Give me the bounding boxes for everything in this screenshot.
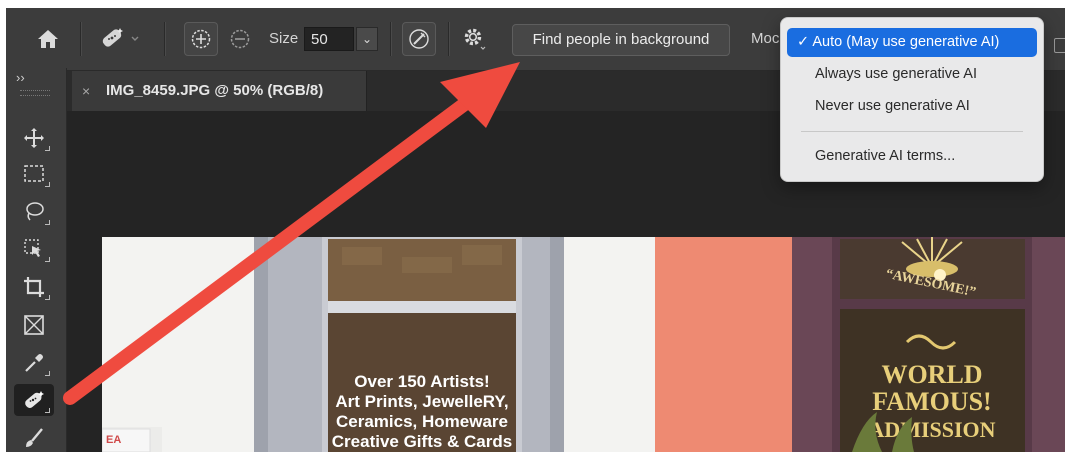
window-text-2: Art Prints, JewelleRY,: [335, 392, 508, 411]
document-tab-title: IMG_8459.JPG @ 50% (RGB/8): [106, 82, 324, 99]
sign-line-3: ADMISSION: [868, 417, 995, 442]
lasso-icon: [26, 202, 44, 221]
object-selection-tool[interactable]: [14, 233, 54, 265]
crop-tool[interactable]: [14, 271, 54, 303]
gear-icon[interactable]: [462, 8, 488, 76]
separator: [80, 22, 82, 56]
window-text-3: Ceramics, Homeware: [336, 412, 508, 431]
brush-icon: [26, 428, 43, 447]
lasso-tool[interactable]: [14, 196, 54, 228]
move-icon: [24, 128, 44, 148]
object-select-icon: [24, 239, 41, 257]
check-icon: ✓: [797, 34, 810, 50]
frame-icon: [24, 315, 44, 335]
close-icon[interactable]: ×: [82, 71, 90, 111]
size-label: Size: [269, 30, 299, 47]
menu-item-label: Auto (May use generative AI): [812, 34, 1000, 50]
separator: [448, 22, 450, 56]
expand-panel-icon[interactable]: ››: [16, 70, 25, 85]
home-icon[interactable]: [36, 8, 60, 74]
window-text-1: Over 150 Artists!: [354, 372, 489, 391]
brush-tool[interactable]: [14, 422, 54, 452]
window-text-4: Creative Gifts & Cards: [332, 432, 512, 451]
chevron-down-icon[interactable]: ⌄: [356, 27, 378, 51]
menu-item-terms[interactable]: Generative AI terms...: [787, 142, 1037, 171]
find-people-button[interactable]: Find people in background: [512, 24, 730, 56]
sign-line-1: WORLD: [881, 360, 982, 389]
crop-icon: [24, 277, 44, 297]
rectangle-marquee-icon: [24, 165, 44, 182]
menu-item-auto[interactable]: ✓ Auto (May use generative AI): [787, 28, 1037, 57]
eyedropper-tool[interactable]: [14, 347, 54, 379]
marquee-tool[interactable]: [14, 158, 54, 190]
document-image: “AWESOME!” WORLD FAMOUS! ADMISSION Over …: [102, 237, 1065, 452]
tools-panel: ››: [6, 68, 67, 452]
separator: [164, 22, 166, 56]
menu-item-always[interactable]: Always use generative AI: [787, 60, 1037, 89]
spot-healing-bandage-icon[interactable]: [98, 8, 142, 78]
separator: [390, 22, 392, 56]
storefront-photo: “AWESOME!” WORLD FAMOUS! ADMISSION Over …: [102, 237, 1065, 452]
pen-pressure-icon: [407, 29, 431, 56]
frame-tool[interactable]: [14, 309, 54, 341]
menu-item-never[interactable]: Never use generative AI: [787, 92, 1037, 121]
circle-minus-icon[interactable]: [229, 8, 251, 74]
size-input[interactable]: 50: [304, 27, 354, 51]
pressure-size-button[interactable]: [402, 22, 436, 56]
option-checkbox[interactable]: [1054, 38, 1065, 53]
panel-grip[interactable]: [20, 90, 50, 96]
spot-healing-tool[interactable]: [14, 384, 54, 416]
add-to-selection-button[interactable]: [184, 22, 218, 56]
move-tool[interactable]: [14, 122, 54, 154]
eyedropper-icon: [25, 354, 43, 372]
mode-label: Moc: [751, 30, 780, 47]
circle-plus-icon: [190, 29, 212, 55]
small-sign-text: EA: [106, 434, 121, 446]
mode-dropdown-menu: ✓ Auto (May use generative AI) Always us…: [780, 17, 1044, 182]
menu-separator: [801, 131, 1023, 132]
document-tab[interactable]: × IMG_8459.JPG @ 50% (RGB/8): [72, 71, 367, 111]
sign-line-2: FAMOUS!: [872, 387, 991, 416]
healing-bandage-icon: [25, 391, 44, 408]
